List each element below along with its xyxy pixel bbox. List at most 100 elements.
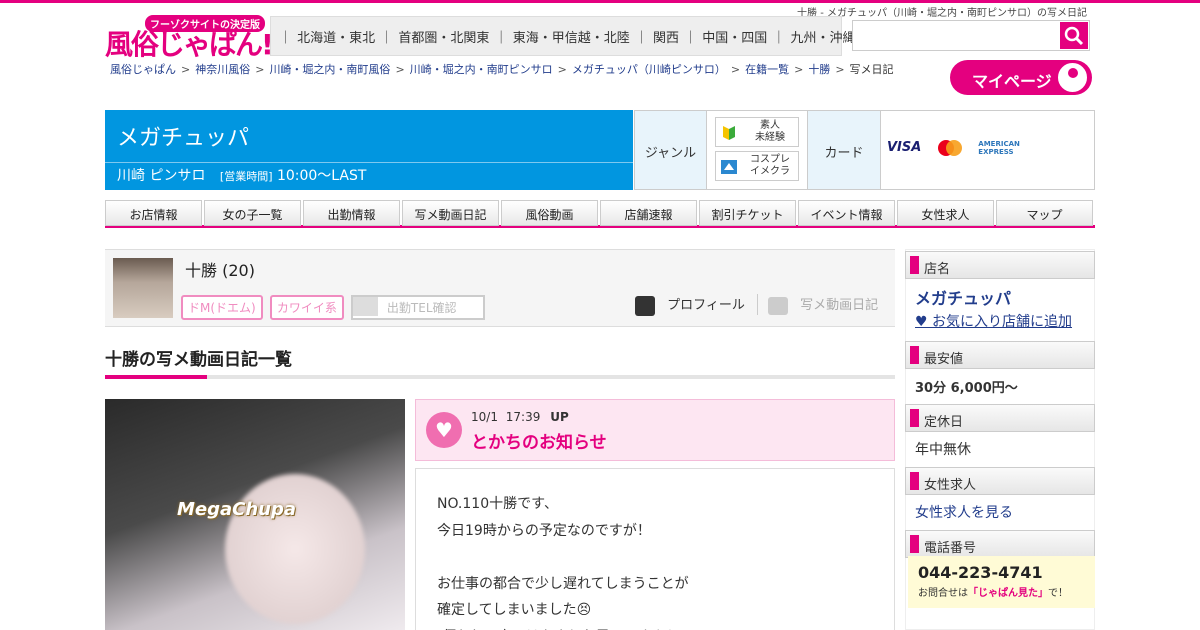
diary-body: NO.110十勝です、今日19時からの予定なのですが！ お仕事の都合で少し遅れて… bbox=[415, 468, 895, 630]
top-accent-line bbox=[0, 0, 1200, 3]
nav-tab[interactable]: 女性求人 bbox=[897, 200, 994, 226]
profile-label: プロフィール bbox=[667, 298, 745, 313]
tel-number[interactable]: 044-223-4741 bbox=[918, 563, 1095, 582]
breadcrumb-link[interactable]: 在籍一覧 bbox=[745, 63, 789, 76]
breadcrumb-link[interactable]: 十勝 bbox=[808, 63, 830, 76]
sidebar-tel-heading: 電話番号 bbox=[905, 530, 1095, 558]
genre-cosplay[interactable]: コスプレ イメクラ bbox=[715, 151, 799, 181]
shop-hours: 10:00～LAST bbox=[276, 168, 367, 184]
logo-tagline: フーゾクサイトの決定版 bbox=[145, 15, 265, 32]
card-logos: VISA AMERICAN EXPRESS bbox=[887, 139, 1028, 157]
site-logo[interactable]: 風俗じゃぱん! フーゾクサイトの決定版 bbox=[105, 15, 274, 61]
nav-tab[interactable]: お店情報 bbox=[105, 200, 202, 226]
region-link[interactable]: 北海道・東北 bbox=[297, 31, 375, 46]
sidebar-shop-name[interactable]: メガチュッパ bbox=[915, 285, 1011, 309]
girl-name: 十勝 bbox=[185, 261, 218, 280]
nav-tab[interactable]: 割引チケット bbox=[699, 200, 796, 226]
diary-link[interactable]: 写メ動画日記 bbox=[757, 294, 878, 315]
user-icon bbox=[1055, 60, 1090, 95]
nav-tab[interactable]: イベント情報 bbox=[798, 200, 895, 226]
diary-line: 今日19時からの予定なのですが！ bbox=[437, 522, 651, 539]
shop-header: メガチュッパ 川崎 ピンサロ [営業時間] 10:00～LAST bbox=[105, 110, 633, 190]
amex-icon: AMERICAN EXPRESS bbox=[978, 140, 1020, 156]
sidebar-shop-heading: 店名 bbox=[905, 251, 1095, 279]
calendar-icon bbox=[352, 297, 378, 316]
sidebar: 店名 メガチュッパ ♥ お気に入り店舗に追加 最安値 30分 6,000円～ 定… bbox=[905, 249, 1095, 630]
sidebar-holiday-heading: 定休日 bbox=[905, 404, 1095, 432]
photo-stamp: MegaChupa bbox=[177, 499, 297, 520]
diary-line: NO.110十勝です、 bbox=[437, 496, 558, 512]
diary-time: 17:39 bbox=[505, 410, 541, 424]
section-title: 十勝の写メ動画日記一覧 bbox=[105, 350, 292, 370]
genre-label: ジャンル bbox=[635, 111, 707, 189]
breadcrumb-link[interactable]: 風俗じゃぱん bbox=[110, 63, 176, 76]
diary-up: UP bbox=[550, 410, 569, 424]
diary-title: とかちのお知らせ bbox=[471, 433, 607, 453]
sidebar-holiday: 年中無休 bbox=[915, 442, 971, 458]
tel-box: 044-223-4741 お問合せは「じゃぱん見た」で！ bbox=[908, 556, 1095, 608]
genre-amateur-label: 素人 未経験 bbox=[755, 120, 785, 143]
region-link[interactable]: 東海・甲信越・北陸 bbox=[513, 31, 630, 46]
visa-icon: VISA bbox=[887, 140, 922, 155]
profile-link[interactable]: プロフィール bbox=[635, 294, 745, 316]
breadcrumb-link[interactable]: 川崎・堀之内・南町風俗 bbox=[269, 63, 390, 76]
beginner-mark-icon bbox=[720, 124, 738, 142]
girl-summary: 十勝 (20) ドM(ドエム) カワイイ系 出勤TEL確認 プロフィール 写メ動… bbox=[105, 249, 895, 327]
nav-tab[interactable]: 店舗速報 bbox=[600, 200, 697, 226]
nav-tab[interactable]: 風俗動画 bbox=[501, 200, 598, 226]
search-box[interactable] bbox=[852, 20, 1090, 51]
breadcrumb-link[interactable]: 川崎・堀之内・南町ピンサロ bbox=[410, 63, 553, 76]
girl-age: (20) bbox=[222, 261, 255, 280]
nav-tab[interactable]: 女の子一覧 bbox=[204, 200, 301, 226]
search-button[interactable] bbox=[1060, 22, 1088, 49]
nav-tab[interactable]: マップ bbox=[996, 200, 1093, 226]
diary-header: ♥ 10/1 17:39 UP とかちのお知らせ bbox=[415, 399, 895, 461]
sidebar-price-heading: 最安値 bbox=[905, 341, 1095, 369]
mypage-label: マイページ bbox=[972, 72, 1052, 91]
diary-line: 確定してしまいました😣 bbox=[437, 602, 592, 618]
cosplay-icon bbox=[720, 158, 738, 176]
mypage-button[interactable]: マイページ bbox=[950, 60, 1092, 95]
region-link[interactable]: 関西 bbox=[653, 31, 679, 46]
breadcrumb: 風俗じゃぱん > 神奈川風俗 > 川崎・堀之内・南町風俗 > 川崎・堀之内・南町ピンサロ > メ… bbox=[110, 63, 894, 76]
breadcrumb-link[interactable]: 神奈川風俗 bbox=[195, 63, 250, 76]
tel-check-button[interactable]: 出勤TEL確認 bbox=[350, 295, 485, 320]
shop-subinfo: 川崎 ピンサロ [営業時間] 10:00～LAST bbox=[117, 165, 366, 185]
diary-photo[interactable]: MegaChupa bbox=[105, 399, 405, 630]
sidebar-price: 30分 6,000円～ bbox=[915, 381, 1018, 396]
shop-nav: お店情報 女の子一覧 出勤情報 写メ動画日記 風俗動画 店舗速報 割引チケット イベント情報女… bbox=[105, 200, 1095, 228]
shop-info-table: ジャンル 素人 未経験 コスプレ イメクラ カード VISA AMERICAN E… bbox=[634, 110, 1095, 190]
girl-name-line: 十勝 (20) bbox=[185, 257, 255, 281]
region-link[interactable]: 九州・沖縄 bbox=[791, 31, 856, 46]
girl-thumbnail[interactable] bbox=[113, 258, 173, 318]
camera-icon bbox=[768, 296, 788, 315]
shop-name: メガチュッパ bbox=[117, 126, 250, 151]
nav-tab[interactable]: 出勤情報 bbox=[303, 200, 400, 226]
breadcrumb-current: 写メ日記 bbox=[849, 63, 894, 76]
girl-tags: ドM(ドエム) カワイイ系 出勤TEL確認 bbox=[181, 295, 485, 320]
genre-cosplay-label: コスプレ イメクラ bbox=[750, 154, 790, 177]
genre-amateur[interactable]: 素人 未経験 bbox=[715, 117, 799, 147]
mastercard-icon bbox=[935, 139, 965, 157]
diary-label: 写メ動画日記 bbox=[800, 298, 879, 313]
tel-check-label: 出勤TEL確認 bbox=[386, 301, 457, 315]
diary-date: 10/1 bbox=[471, 410, 498, 424]
diary-line: お仕事の都合で少し遅れてしまうことが bbox=[437, 575, 689, 592]
hours-label: [営業時間] bbox=[219, 170, 273, 183]
region-nav: ｜ 北海道・東北 ｜ 首都圏・北関東 ｜ 東海・甲信越・北陸 ｜ 関西 ｜ 中国… bbox=[270, 16, 874, 56]
tag-pill[interactable]: ドM(ドエム) bbox=[181, 295, 263, 320]
tag-pill[interactable]: カワイイ系 bbox=[269, 295, 344, 320]
nav-tab[interactable]: 写メ動画日記 bbox=[402, 200, 499, 226]
breadcrumb-link[interactable]: メガチュッパ（川崎ピンサロ） bbox=[572, 63, 726, 76]
favorite-shop-link[interactable]: ♥ お気に入り店舗に追加 bbox=[915, 311, 1072, 331]
heart-icon: ♥ bbox=[426, 412, 462, 448]
section-underline bbox=[105, 375, 895, 379]
card-label: カード bbox=[807, 111, 881, 189]
region-link[interactable]: 中国・四国 bbox=[702, 31, 767, 46]
region-link[interactable]: 首都圏・北関東 bbox=[398, 31, 489, 46]
diary-line: (伺われる方にはあまりお思いですよう) bbox=[437, 624, 894, 630]
sidebar-recruit-heading: 女性求人 bbox=[905, 467, 1095, 495]
diary-timestamp: 10/1 17:39 UP bbox=[471, 410, 569, 424]
recruit-link[interactable]: 女性求人を見る bbox=[915, 502, 1013, 522]
tel-note: お問合せは「じゃぱん見た」で！ bbox=[918, 588, 1068, 599]
